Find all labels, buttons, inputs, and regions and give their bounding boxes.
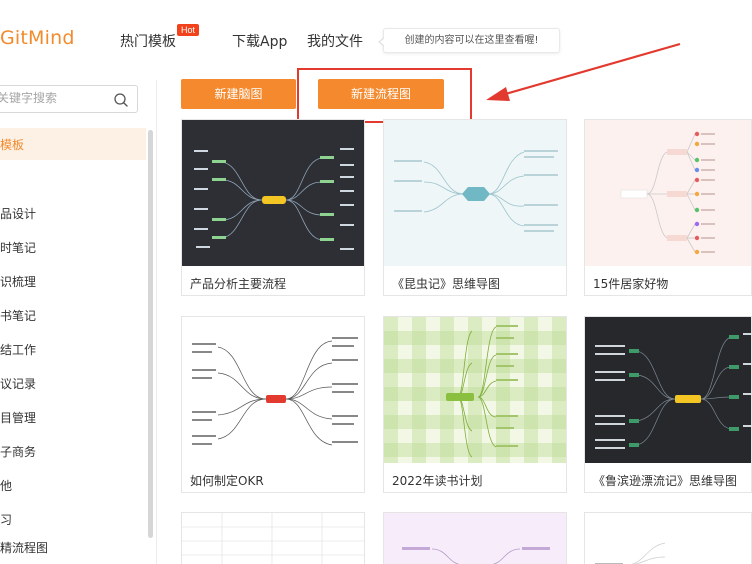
template-card[interactable]: 2022年读书计划 [383, 316, 567, 493]
template-card[interactable] [181, 512, 365, 564]
template-card[interactable]: 《鲁滨逊漂流记》思维导图 [584, 316, 752, 493]
sidebar-scrollbar[interactable] [148, 130, 153, 538]
hot-badge: Hot [177, 24, 200, 36]
search-icon[interactable] [113, 92, 129, 108]
template-thumbnail [182, 317, 364, 463]
sidebar-item[interactable]: 目管理 [0, 409, 36, 426]
template-title: 2022年读书计划 [392, 474, 483, 488]
sidebar-item[interactable]: 结工作 [0, 341, 36, 358]
gitmind-logo[interactable]: GitMind [0, 27, 75, 49]
template-title: 《鲁滨逊漂流记》思维导图 [593, 474, 738, 488]
template-thumbnail [384, 513, 566, 564]
template-card[interactable] [584, 512, 752, 564]
template-thumbnail [585, 513, 751, 564]
sidebar: 模板 品设计 时笔记 识梳理 书笔记 结工作 议记录 目管理 子商务 他 习 精… [0, 80, 157, 564]
nav-download-app[interactable]: 下载App [232, 31, 287, 51]
template-thumbnail [182, 120, 364, 266]
template-title: 如何制定OKR [190, 474, 264, 488]
sidebar-item-label: 模板 [0, 138, 25, 152]
nav-my-files[interactable]: 我的文件 [307, 31, 363, 51]
sidebar-item[interactable]: 书笔记 [0, 307, 36, 324]
template-title: 产品分析主要流程 [190, 277, 287, 291]
sidebar-item[interactable]: 习 [0, 511, 12, 528]
nav-hot-templates[interactable]: 热门模板 [120, 31, 176, 51]
template-card[interactable]: 产品分析主要流程 [181, 119, 365, 296]
sidebar-item[interactable]: 子商务 [0, 443, 36, 460]
template-card[interactable]: 《昆虫记》思维导图 [383, 119, 567, 296]
template-card[interactable] [383, 512, 567, 564]
search-box[interactable] [0, 85, 138, 113]
annotation-arrow-icon [486, 42, 681, 101]
new-mindmap-button[interactable]: 新建脑图 [181, 79, 296, 109]
template-card[interactable]: 15件居家好物 [584, 119, 752, 296]
template-title: 《昆虫记》思维导图 [392, 277, 501, 291]
search-input[interactable] [0, 91, 107, 105]
template-thumbnail [585, 120, 751, 266]
template-thumbnail [182, 513, 364, 564]
annotation-highlight-box [297, 68, 472, 123]
sidebar-item[interactable]: 时笔记 [0, 239, 36, 256]
template-thumbnail [384, 317, 566, 463]
template-card[interactable]: 如何制定OKR [181, 316, 365, 493]
sidebar-item[interactable]: 精流程图 [0, 539, 48, 556]
sidebar-item-templates[interactable]: 模板 [0, 128, 146, 160]
sidebar-item[interactable]: 品设计 [0, 205, 36, 222]
template-thumbnail [384, 120, 566, 266]
sidebar-item[interactable]: 议记录 [0, 375, 36, 392]
template-thumbnail [585, 317, 751, 463]
sidebar-item[interactable]: 识梳理 [0, 273, 36, 290]
template-title: 15件居家好物 [593, 277, 669, 291]
sidebar-item[interactable]: 他 [0, 477, 12, 494]
